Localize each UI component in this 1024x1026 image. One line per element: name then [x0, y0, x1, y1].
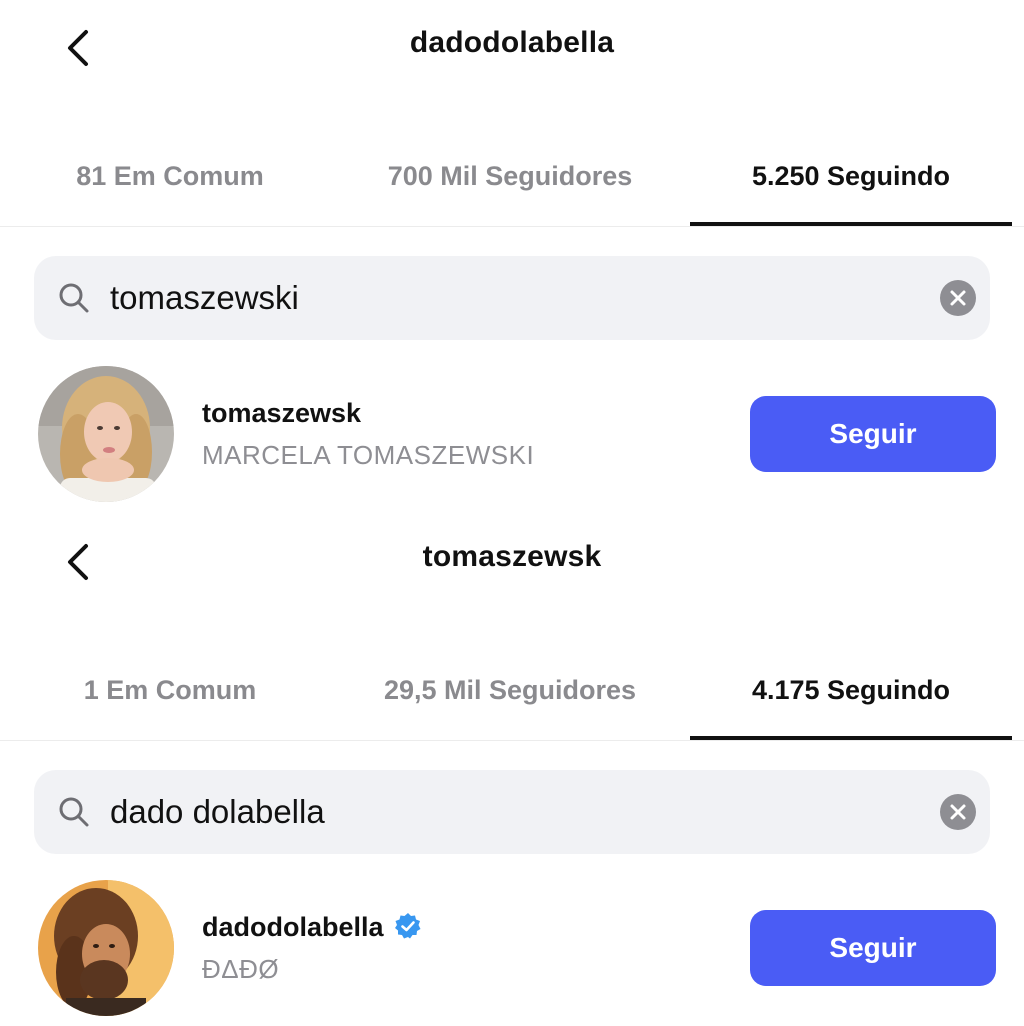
tab-followers[interactable]: 29,5 Mil Seguidores [340, 662, 680, 740]
verified-badge-icon [394, 912, 421, 939]
follow-button[interactable]: Seguir [750, 910, 996, 986]
result-full-name: MARCELA TOMASZEWSKI [202, 440, 535, 470]
avatar[interactable] [38, 880, 174, 1016]
tab-in-common[interactable]: 1 Em Comum [20, 662, 320, 740]
search-result-row[interactable]: dadodolabella ÐΔÐØ Seguir [0, 878, 1024, 1018]
following-screen-1: dadodolabella 81 Em Comum 700 Mil Seguid… [0, 0, 1024, 512]
avatar[interactable] [38, 366, 174, 502]
tab-in-common[interactable]: 81 Em Comum [20, 148, 320, 226]
tab-bar: 1 Em Comum 29,5 Mil Seguidores 4.175 Seg… [0, 662, 1024, 742]
follow-button[interactable]: Seguir [750, 396, 996, 472]
search-icon [59, 283, 89, 313]
search-result-row[interactable]: tomaszewsk MARCELA TOMASZEWSKI Seguir [0, 364, 1024, 504]
divider [0, 740, 1024, 741]
search-input[interactable]: dado dolabella [110, 770, 910, 854]
tab-following[interactable]: 5.250 Seguindo [690, 148, 1012, 226]
clear-search-button[interactable] [940, 794, 976, 830]
result-username[interactable]: tomaszewsk [202, 398, 361, 429]
tab-followers[interactable]: 700 Mil Seguidores [340, 148, 680, 226]
clear-search-button[interactable] [940, 280, 976, 316]
divider [0, 226, 1024, 227]
result-username[interactable]: dadodolabella [202, 912, 422, 943]
tab-bar: 81 Em Comum 700 Mil Seguidores 5.250 Seg… [0, 148, 1024, 228]
page-title: dadodolabella [409, 26, 615, 59]
clear-x-icon [950, 804, 966, 820]
search-input[interactable]: tomaszewski [110, 256, 910, 340]
following-screen-2: tomaszewsk 1 Em Comum 29,5 Mil Seguidore… [0, 514, 1024, 1026]
result-full-name: ÐΔÐØ [202, 954, 280, 984]
clear-x-icon [950, 290, 966, 306]
page-title: tomaszewsk [422, 540, 602, 573]
search-bar[interactable]: tomaszewski [34, 256, 990, 340]
search-bar[interactable]: dado dolabella [34, 770, 990, 854]
search-icon [59, 797, 89, 827]
tab-following[interactable]: 4.175 Seguindo [690, 662, 1012, 740]
